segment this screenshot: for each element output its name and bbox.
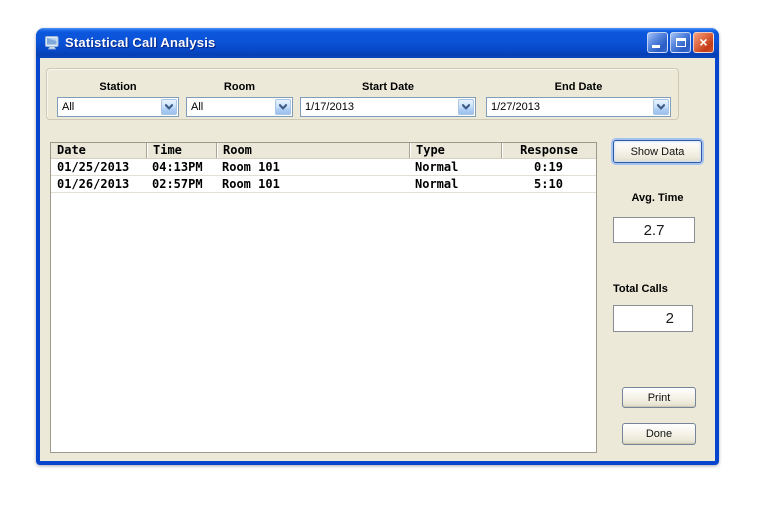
room-label: Room xyxy=(223,81,256,93)
monitor-icon xyxy=(44,35,60,51)
room-value: All xyxy=(191,101,204,113)
minimize-icon xyxy=(652,45,660,48)
room-dropdown[interactable]: All xyxy=(186,97,293,117)
chevron-down-icon[interactable] xyxy=(458,99,474,115)
column-header-time[interactable]: Time xyxy=(146,143,216,158)
avg-time-label: Avg. Time xyxy=(631,192,684,204)
cell-response: 5:10 xyxy=(534,177,563,191)
station-dropdown[interactable]: All xyxy=(57,97,179,117)
table-header: Date Time Room Type Response xyxy=(51,143,596,159)
station-label: Station xyxy=(99,81,137,93)
total-calls-value: 2 xyxy=(613,305,693,332)
start-date-label: Start Date xyxy=(362,81,414,93)
maximize-button[interactable] xyxy=(670,32,691,53)
cell-date: 01/25/2013 xyxy=(57,160,130,174)
cell-time: 02:57PM xyxy=(152,177,203,191)
table-row[interactable]: 01/26/2013 02:57PM Room 101 Normal 5:10 xyxy=(51,176,596,193)
title-bar[interactable]: Statistical Call Analysis × xyxy=(36,28,719,58)
window-controls: × xyxy=(647,32,714,53)
cell-response: 0:19 xyxy=(534,160,563,174)
table-row[interactable]: 01/25/2013 04:13PM Room 101 Normal 0:19 xyxy=(51,159,596,176)
column-header-type[interactable]: Type xyxy=(409,143,501,158)
show-data-button[interactable]: Show Data xyxy=(613,140,702,163)
filter-panel: Station All Room All Start Date 1/17/201… xyxy=(46,68,679,120)
start-date-value: 1/17/2013 xyxy=(305,101,354,113)
chevron-down-icon[interactable] xyxy=(275,99,291,115)
done-button[interactable]: Done xyxy=(622,423,696,445)
cell-date: 01/26/2013 xyxy=(57,177,130,191)
station-value: All xyxy=(62,101,75,113)
cell-room: Room 101 xyxy=(222,177,280,191)
cell-type: Normal xyxy=(415,177,459,191)
minimize-button[interactable] xyxy=(647,32,668,53)
total-calls-label: Total Calls xyxy=(613,283,668,295)
desktop: Statistical Call Analysis × Station All … xyxy=(0,0,758,508)
call-data-table[interactable]: Date Time Room Type Response 01/25/2013 … xyxy=(50,142,597,453)
chevron-down-icon[interactable] xyxy=(161,99,177,115)
close-icon: × xyxy=(699,34,708,50)
start-date-dropdown[interactable]: 1/17/2013 xyxy=(300,97,476,117)
column-header-room[interactable]: Room xyxy=(216,143,409,158)
chevron-down-icon[interactable] xyxy=(653,99,669,115)
end-date-label: End Date xyxy=(554,81,603,93)
avg-time-value: 2.7 xyxy=(613,217,695,243)
window-title: Statistical Call Analysis xyxy=(65,34,216,50)
cell-time: 04:13PM xyxy=(152,160,203,174)
cell-room: Room 101 xyxy=(222,160,280,174)
window-content: Station All Room All Start Date 1/17/201… xyxy=(40,58,715,461)
end-date-value: 1/27/2013 xyxy=(491,101,540,113)
column-header-date[interactable]: Date xyxy=(51,143,146,158)
app-window: Statistical Call Analysis × Station All … xyxy=(36,28,719,465)
maximize-icon xyxy=(676,38,686,47)
end-date-dropdown[interactable]: 1/27/2013 xyxy=(486,97,671,117)
close-button[interactable]: × xyxy=(693,32,714,53)
cell-type: Normal xyxy=(415,160,459,174)
print-button[interactable]: Print xyxy=(622,387,696,408)
column-header-response[interactable]: Response xyxy=(501,143,596,158)
